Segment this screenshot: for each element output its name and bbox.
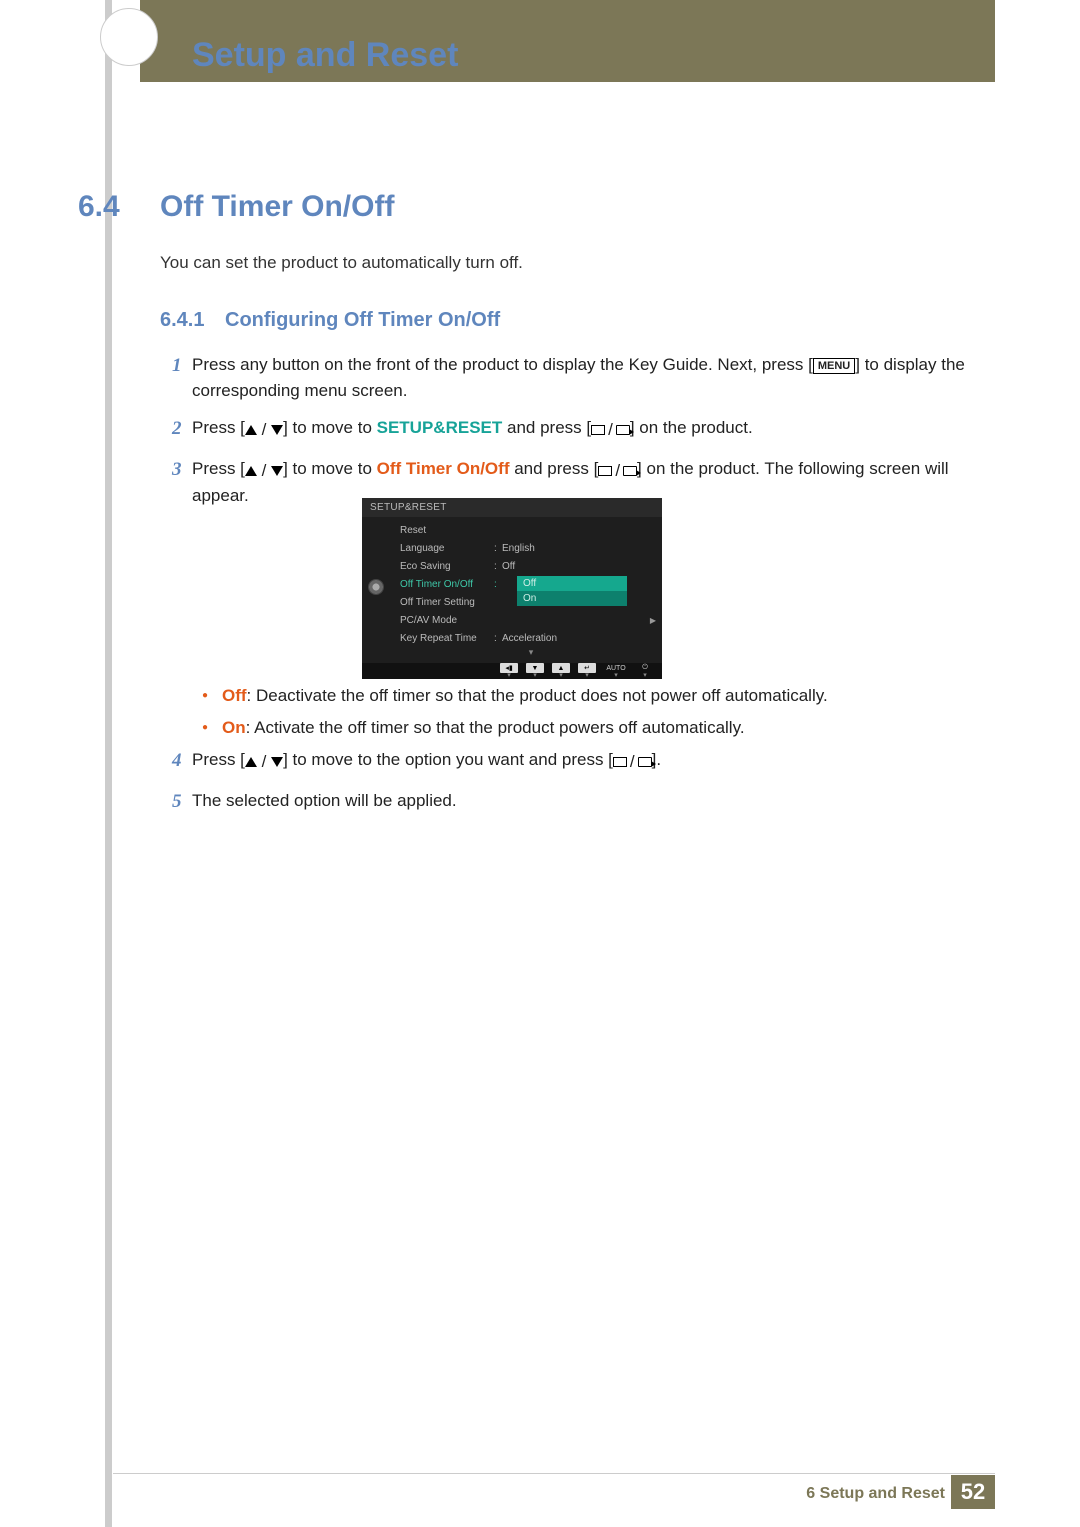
bullet-off: ● Off: Deactivate the off timer so that …	[202, 685, 990, 707]
enter-icon	[638, 757, 652, 767]
source-icon	[613, 757, 627, 767]
step-text: ] to move to the option you want and pre…	[283, 750, 613, 769]
bullet-off-text: : Deactivate the off timer so that the p…	[247, 686, 828, 705]
step-text: and press [	[502, 418, 591, 437]
osd-item-off-timer-setting: Off Timer Setting	[400, 597, 494, 608]
step-number: 2	[172, 415, 188, 444]
osd-title: SETUP&RESET	[362, 498, 662, 517]
osd-footer-icons: ◂▮▾ ▼▾ ▲▾ ↵▾ AUTO▾ ⏻▾	[362, 663, 662, 679]
footer-divider	[113, 1473, 995, 1474]
chevron-right-icon: ▶	[650, 616, 656, 625]
bullet-off-label: Off	[222, 686, 247, 705]
bullet-dot-icon: ●	[202, 685, 222, 707]
step-number: 4	[172, 747, 188, 776]
steps-list-cont: 4 Press [ / ] to move to the option you …	[172, 747, 990, 828]
chevron-down-icon: ▾	[390, 647, 662, 657]
osd-item-off-timer: Off Timer On/Off	[400, 579, 494, 590]
step-text: Press [	[192, 459, 245, 478]
footer-chapter-label: 6 Setup and Reset	[806, 1485, 945, 1503]
osd-value-language: English	[502, 543, 535, 554]
step-4: 4 Press [ / ] to move to the option you …	[172, 747, 990, 776]
source-icon	[598, 466, 612, 476]
bullet-dot-icon: ●	[202, 717, 222, 739]
enter-icon	[616, 425, 630, 435]
page-number: 52	[951, 1475, 995, 1509]
step-text: Press any button on the front of the pro…	[192, 355, 813, 374]
menu-button-icon: MENU	[813, 358, 855, 374]
osd-dropdown: Off On	[517, 576, 627, 606]
step-text: Press [	[192, 418, 245, 437]
step-text: ] to move to	[283, 459, 377, 478]
highlight-off-timer: Off Timer On/Off	[377, 459, 510, 478]
step-text: The selected option will be applied.	[192, 791, 457, 810]
osd-item-eco: Eco Saving	[400, 561, 494, 572]
gear-icon	[368, 579, 384, 595]
step-2: 2 Press [ / ] to move to SETUP&RESET and…	[172, 415, 990, 444]
step-text: Press [	[192, 750, 245, 769]
osd-option-off: Off	[517, 576, 627, 591]
down-arrow-icon	[271, 425, 283, 435]
section-intro: You can set the product to automatically…	[160, 253, 523, 273]
section-title: Off Timer On/Off	[160, 190, 394, 224]
section-number: 6.4	[78, 190, 120, 224]
bullet-on: ● On: Activate the off timer so that the…	[202, 717, 990, 739]
chapter-title: Setup and Reset	[192, 36, 458, 75]
osd-menu-screenshot: SETUP&RESET Reset Language:English Eco S…	[362, 498, 662, 679]
osd-value-eco: Off	[502, 561, 515, 572]
left-margin-bar	[105, 0, 112, 1527]
osd-value-key-repeat: Acceleration	[502, 633, 557, 644]
page-footer: 6 Setup and Reset 52	[0, 1473, 1080, 1509]
osd-item-reset: Reset	[400, 525, 494, 536]
subsection-title: Configuring Off Timer On/Off	[225, 309, 500, 332]
step-1: 1 Press any button on the front of the p…	[172, 352, 990, 403]
step-text: and press [	[509, 459, 598, 478]
up-arrow-icon	[245, 757, 257, 767]
up-arrow-icon	[245, 425, 257, 435]
step-5: 5 The selected option will be applied.	[172, 788, 990, 817]
down-arrow-icon	[271, 466, 283, 476]
step-text: ] to move to	[283, 418, 377, 437]
osd-option-on: On	[517, 591, 627, 606]
step-number: 3	[172, 456, 188, 509]
source-icon	[591, 425, 605, 435]
up-arrow-icon	[245, 466, 257, 476]
steps-list: 1 Press any button on the front of the p…	[172, 352, 990, 521]
option-descriptions: ● Off: Deactivate the off timer so that …	[202, 685, 990, 749]
chapter-tab-icon	[100, 8, 158, 66]
osd-item-key-repeat: Key Repeat Time	[400, 633, 494, 644]
osd-item-pcav: PC/AV Mode	[400, 615, 494, 626]
osd-item-language: Language	[400, 543, 494, 554]
step-number: 5	[172, 788, 188, 817]
down-arrow-icon	[271, 757, 283, 767]
step-number: 1	[172, 352, 188, 403]
bullet-on-label: On	[222, 718, 246, 737]
step-text: ] on the product.	[630, 418, 753, 437]
highlight-setup-reset: SETUP&RESET	[377, 418, 503, 437]
enter-icon	[623, 466, 637, 476]
bullet-on-text: : Activate the off timer so that the pro…	[246, 718, 745, 737]
subsection-number: 6.4.1	[160, 309, 204, 332]
